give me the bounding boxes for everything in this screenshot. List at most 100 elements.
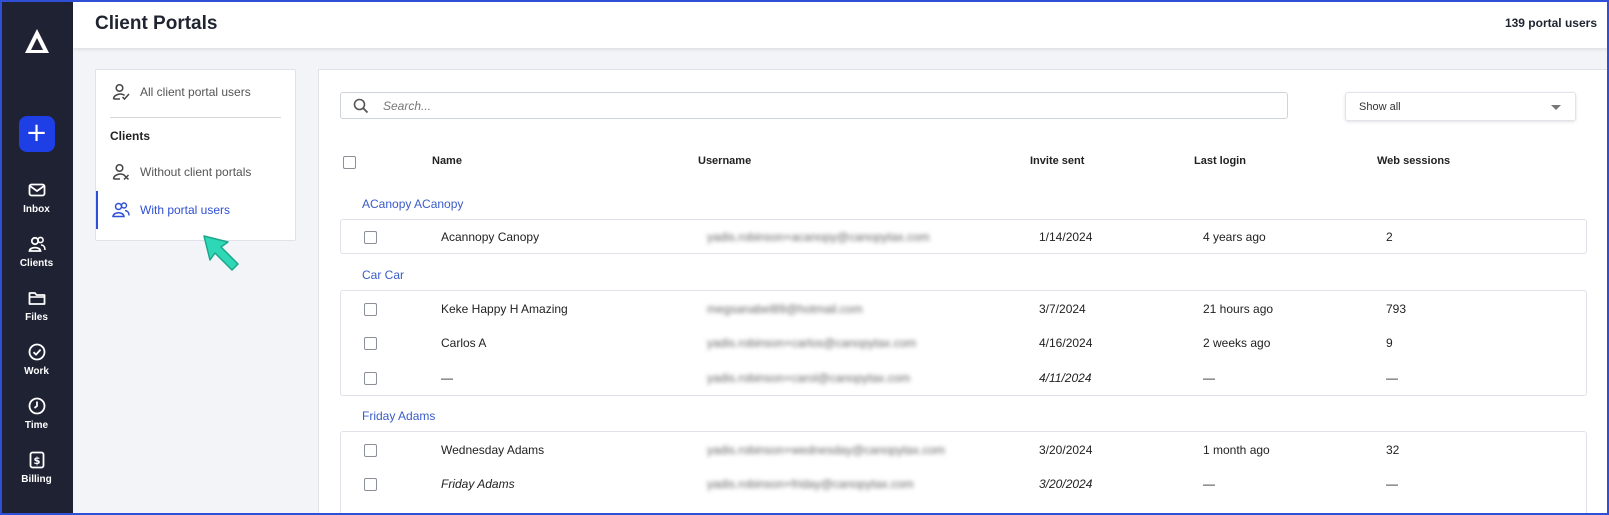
cell-invite-sent: 4/11/2024: [1039, 371, 1092, 385]
search-box[interactable]: [340, 92, 1288, 119]
add-button[interactable]: +: [18, 116, 55, 152]
page-title: Client Portals: [95, 13, 218, 34]
cell-web-sessions: —: [1386, 477, 1398, 491]
cell-username: yadis.robinson+friday@canopytax.com: [707, 477, 914, 491]
folder-icon: [28, 291, 45, 305]
filter-without-client-portals[interactable]: Without client portals: [96, 153, 295, 191]
column-header-name[interactable]: Name: [432, 155, 462, 167]
user-check-icon: [112, 83, 130, 101]
row-checkbox[interactable]: [364, 372, 377, 385]
cell-last-login: —: [1203, 477, 1215, 491]
group-header-client[interactable]: ACanopy ACanopy: [362, 197, 463, 211]
table-header: Name Username Invite sent Last login Web…: [340, 155, 1587, 175]
nav-item-inbox[interactable]: Inbox: [0, 170, 73, 224]
nav-item-work[interactable]: Work: [0, 332, 73, 386]
nav-label: Time: [24, 419, 49, 431]
column-header-last-login[interactable]: Last login: [1194, 155, 1246, 167]
cell-name: Keke Happy H Amazing: [441, 302, 568, 316]
cell-invite-sent: 3/20/2024: [1039, 477, 1093, 491]
cell-username: yadis.robinson+acanopy@canopytax.com: [707, 230, 930, 244]
group-header-client[interactable]: Friday Adams: [362, 409, 435, 423]
svg-text:$: $: [33, 456, 40, 467]
search-icon: [353, 98, 369, 113]
cell-username: yadis.robinson+carlos@canopytax.com: [707, 336, 917, 350]
nav-label: Files: [25, 311, 48, 323]
filter-label: Without client portals: [140, 165, 252, 179]
column-header-username[interactable]: Username: [698, 155, 751, 167]
cell-last-login: 4 years ago: [1203, 230, 1266, 244]
chevron-down-icon: [1551, 105, 1561, 110]
users-icon: [112, 202, 130, 218]
cell-invite-sent: 3/7/2024: [1039, 302, 1086, 316]
cell-web-sessions: 2: [1386, 230, 1393, 244]
group-header-client[interactable]: Car Car: [362, 268, 404, 282]
table-row[interactable]: Keke Happy H Amazing megsanabel89@hotmai…: [341, 292, 1586, 326]
cell-username: megsanabel89@hotmail.com: [707, 302, 863, 316]
row-checkbox[interactable]: [364, 231, 377, 244]
pointer-arrow-icon: [203, 235, 239, 271]
cell-invite-sent: 3/20/2024: [1039, 443, 1093, 457]
select-all-checkbox[interactable]: [343, 156, 356, 169]
search-input[interactable]: [383, 98, 1263, 113]
cell-username: yadis.robinson+carol@canopytax.com: [707, 371, 911, 385]
filter-all-portal-users[interactable]: All client portal users: [96, 73, 295, 111]
cell-name: Friday Adams: [441, 477, 515, 491]
filter-divider: [110, 117, 281, 118]
cell-name: Acannopy Canopy: [441, 230, 540, 244]
cell-last-login: —: [1203, 371, 1215, 385]
cell-invite-sent: 1/14/2024: [1039, 230, 1093, 244]
cell-web-sessions: 9: [1386, 336, 1393, 350]
app-logo-icon[interactable]: [22, 26, 52, 56]
nav-item-billing[interactable]: $ Billing: [0, 440, 73, 494]
envelope-icon: [28, 183, 45, 196]
filter-heading-clients: Clients: [110, 129, 151, 143]
client-group: Acannopy Canopy yadis.robinson+acanopy@c…: [340, 219, 1587, 254]
cell-name: —: [441, 371, 453, 385]
cell-web-sessions: —: [1386, 371, 1398, 385]
row-checkbox[interactable]: [364, 478, 377, 491]
filter-with-portal-users[interactable]: With portal users: [96, 191, 295, 229]
table-row[interactable]: — yadis.robinson+carol@canopytax.com 4/1…: [341, 361, 1586, 395]
cell-last-login: 21 hours ago: [1203, 302, 1274, 316]
client-group: Keke Happy H Amazing megsanabel89@hotmai…: [340, 290, 1587, 396]
filter-panel: All client portal users Clients Without …: [95, 69, 296, 241]
clients-icon: [27, 236, 46, 252]
cell-name: Wednesday Adams: [441, 443, 545, 457]
nav-item-clients[interactable]: Clients: [0, 224, 73, 278]
client-group: Wednesday Adams yadis.robinson+wednesday…: [340, 431, 1587, 515]
row-checkbox[interactable]: [364, 337, 377, 350]
portal-user-count: 139 portal users: [1504, 16, 1597, 30]
nav-item-time[interactable]: Time: [0, 386, 73, 440]
nav-label: Billing: [21, 473, 52, 485]
table-row[interactable]: Acannopy Canopy yadis.robinson+acanopy@c…: [341, 220, 1586, 254]
portal-users-panel: Show all Name Username Invite sent Last …: [318, 69, 1609, 515]
cell-last-login: 2 weeks ago: [1203, 336, 1271, 350]
cell-name: Carlos A: [441, 336, 487, 350]
user-x-icon: [112, 163, 130, 181]
table-row[interactable]: Wednesday Adams yadis.robinson+wednesday…: [341, 433, 1586, 467]
nav-label: Inbox: [23, 203, 50, 215]
show-filter-select[interactable]: Show all: [1345, 92, 1576, 121]
cell-web-sessions: 793: [1386, 302, 1407, 316]
cell-web-sessions: 32: [1386, 443, 1400, 457]
cell-username: yadis.robinson+wednesday@canopytax.com: [707, 443, 945, 457]
row-checkbox[interactable]: [364, 444, 377, 457]
cell-invite-sent: 4/16/2024: [1039, 336, 1093, 350]
nav-label: Work: [24, 365, 49, 377]
nav-item-files[interactable]: Files: [0, 278, 73, 332]
filter-label: With portal users: [140, 203, 231, 217]
page-header: Client Portals 139 portal users: [73, 0, 1609, 48]
nav-label: Clients: [19, 257, 54, 269]
billing-icon: $: [29, 451, 44, 468]
clock-icon: [28, 397, 45, 414]
cell-last-login: 1 month ago: [1203, 443, 1270, 457]
column-header-web-sessions[interactable]: Web sessions: [1377, 155, 1450, 167]
table-row[interactable]: Carlos A yadis.robinson+carlos@canopytax…: [341, 326, 1586, 360]
left-nav: + Inbox Clients Files Work Time $ Billin…: [0, 0, 73, 515]
check-circle-icon: [28, 343, 45, 360]
column-header-invite-sent[interactable]: Invite sent: [1030, 155, 1084, 167]
row-checkbox[interactable]: [364, 303, 377, 316]
show-filter-value: Show all: [1359, 100, 1401, 113]
filter-label: All client portal users: [140, 85, 251, 99]
table-row[interactable]: Friday Adams yadis.robinson+friday@canop…: [341, 467, 1586, 501]
